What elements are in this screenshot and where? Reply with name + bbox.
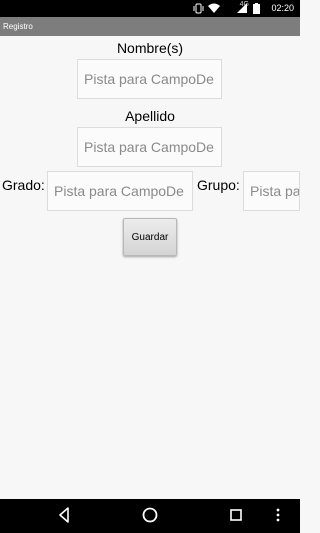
- battery-icon: [253, 3, 260, 16]
- grupo-label: Grupo:: [197, 177, 240, 193]
- app-title-bar: Registro: [0, 17, 300, 36]
- app-title: Registro: [3, 22, 33, 31]
- navigation-bar: [0, 499, 300, 533]
- clock: 02:20: [271, 3, 294, 13]
- nombre-field[interactable]: [77, 59, 222, 99]
- grupo-field[interactable]: [243, 171, 300, 211]
- back-icon[interactable]: [57, 506, 71, 529]
- save-button[interactable]: Guardar: [123, 218, 177, 256]
- grado-label: Grado:: [2, 177, 45, 193]
- recents-icon[interactable]: [229, 506, 243, 529]
- nombre-label: Nombre(s): [116, 40, 184, 56]
- vibrate-icon: [193, 3, 204, 16]
- grado-field[interactable]: [47, 171, 193, 211]
- apellido-field[interactable]: [77, 127, 222, 167]
- apellido-label: Apellido: [125, 108, 175, 124]
- wifi-icon: [208, 3, 220, 16]
- status-bar: 4G 02:20: [0, 0, 300, 17]
- overflow-menu-icon[interactable]: [275, 506, 281, 529]
- signal-icon: [237, 3, 248, 16]
- home-icon[interactable]: [141, 506, 159, 529]
